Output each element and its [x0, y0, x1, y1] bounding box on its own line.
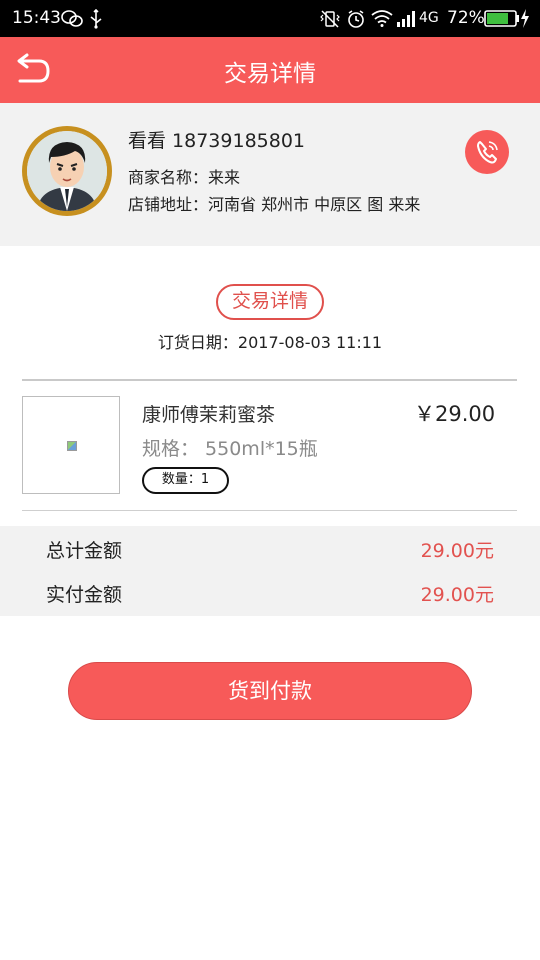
status-bar: 15:43 4G 72% [0, 0, 540, 37]
product-spec: 规格： 550ml*15瓶 [142, 438, 318, 460]
status-time: 15:43 [12, 8, 61, 28]
network-type: 4G [419, 10, 439, 26]
total-label: 总计金额 [46, 540, 123, 562]
battery-percent: 72% [447, 8, 485, 28]
total-value: 29.00元 [420, 540, 494, 562]
merchant-name-phone: 看看 18739185801 [128, 130, 306, 152]
phone-icon [477, 141, 498, 164]
alarm-icon [348, 10, 364, 28]
usb-icon [90, 9, 102, 29]
trade-detail-badge: 交易详情 [216, 284, 324, 320]
product-name: 康师傅茉莉蜜茶 [142, 404, 276, 426]
paid-value: 29.00元 [420, 584, 494, 606]
call-button[interactable] [465, 130, 509, 174]
charging-icon [521, 9, 529, 28]
app-header: 交易详情 [0, 37, 540, 103]
paid-label: 实付金额 [46, 584, 123, 606]
avatar-portrait-icon [27, 131, 107, 211]
merchant-card: 看看 18739185801 商家名称：来来 店铺地址：河南省 郑州市 中原区 … [0, 103, 540, 246]
divider [22, 510, 517, 511]
paid-row: 实付金额 29.00元 [0, 570, 540, 614]
product-image [22, 396, 120, 494]
cash-on-delivery-button[interactable]: 货到付款 [68, 662, 472, 720]
avatar [22, 126, 112, 216]
wifi-icon [371, 10, 393, 27]
broken-image-icon [67, 441, 77, 451]
total-row: 总计金额 29.00元 [0, 526, 540, 570]
signal-icon [397, 11, 415, 27]
merchant-name: 商家名称：来来 [128, 168, 241, 187]
battery-icon [484, 10, 519, 27]
product-price: ￥29.00 [414, 402, 496, 426]
page-title: 交易详情 [224, 61, 316, 87]
divider [22, 379, 517, 381]
vibrate-icon [320, 10, 340, 28]
wechat-icon [61, 10, 83, 27]
totals-section: 总计金额 29.00元 实付金额 29.00元 [0, 526, 540, 616]
order-date: 订货日期：2017-08-03 11:11 [157, 333, 383, 352]
quantity-badge: 数量：1 [142, 467, 229, 494]
shop-address: 店铺地址：河南省 郑州市 中原区 图 来来 [128, 195, 421, 214]
